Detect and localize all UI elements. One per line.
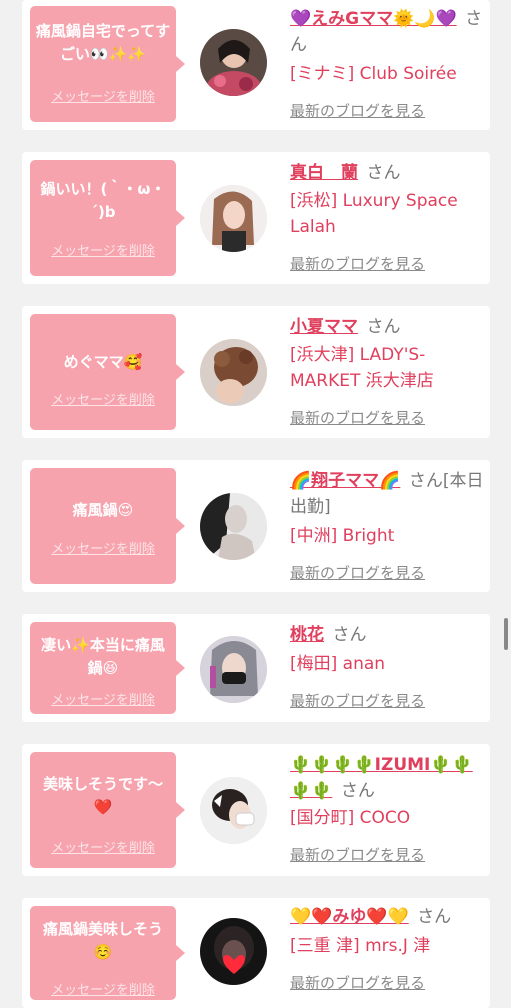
- message-card: 美味しそうです〜❤️ メッセージを削除 🌵🌵🌵🌵IZUMI🌵🌵🌵🌵 さん [国分…: [22, 744, 490, 876]
- delete-message-link[interactable]: メッセージを削除: [30, 389, 176, 408]
- latest-blog-link[interactable]: 最新のブログを見る: [290, 253, 425, 274]
- message-card: 凄い✨本当に痛風鍋😆 メッセージを削除 桃花 さん [梅田] anan 最新のブ…: [22, 614, 490, 722]
- honorific: さん: [417, 907, 452, 927]
- message-bubble: 鍋いい！(｀・ω・´)b メッセージを削除: [30, 160, 185, 276]
- avatar[interactable]: [200, 918, 267, 985]
- message-card: 痛風鍋自宅でってすごい👀✨✨ メッセージを削除 💜えみGママ🌞🌙💜 さん [ミナ…: [22, 0, 490, 130]
- message-bubble: 凄い✨本当に痛風鍋😆 メッセージを削除: [30, 622, 185, 714]
- message-text: 鍋いい！(｀・ω・´)b: [40, 180, 166, 221]
- sender-name: 🌵🌵🌵🌵IZUMI🌵🌵🌵🌵 さん: [290, 752, 485, 804]
- message-text: 痛風鍋😍: [72, 501, 134, 519]
- message-card: 痛風鍋😍 メッセージを削除 🌈翔子ママ🌈 さん[本日出勤] [中洲] Brigh…: [22, 460, 490, 592]
- honorific: さん: [366, 163, 401, 183]
- sender-name: 🌈翔子ママ🌈 さん[本日出勤]: [290, 468, 485, 520]
- latest-blog-link[interactable]: 最新のブログを見る: [290, 100, 425, 121]
- honorific: さん: [340, 781, 375, 801]
- shop-name: [国分町] COCO: [290, 808, 411, 828]
- delete-message-link[interactable]: メッセージを削除: [30, 837, 176, 856]
- shop-name: [中洲] Bright: [290, 526, 395, 546]
- sender-name: 小夏ママ さん: [290, 314, 485, 340]
- shop-name: [三重 津] mrs.J 津: [290, 936, 431, 956]
- sender-name: 💜えみGママ🌞🌙💜 さん: [290, 6, 485, 58]
- message-text: 美味しそうです〜❤️: [42, 775, 163, 816]
- latest-blog-link[interactable]: 最新のブログを見る: [290, 562, 425, 583]
- latest-blog-link[interactable]: 最新のブログを見る: [290, 690, 425, 711]
- message-bubble: 痛風鍋美味しそう☺️ メッセージを削除: [30, 906, 185, 1000]
- message-text: 凄い✨本当に痛風鍋😆: [41, 636, 165, 677]
- shop-name: [ミナミ] Club Soirée: [290, 64, 457, 84]
- avatar[interactable]: [200, 185, 267, 252]
- shop-name: [梅田] anan: [290, 654, 386, 674]
- delete-message-link[interactable]: メッセージを削除: [30, 538, 176, 557]
- message-text: めぐママ🥰: [63, 353, 143, 371]
- message-bubble: 痛風鍋😍 メッセージを削除: [30, 468, 185, 584]
- avatar[interactable]: [200, 777, 267, 844]
- message-bubble: 痛風鍋自宅でってすごい👀✨✨ メッセージを削除: [30, 6, 185, 122]
- sender-name-link[interactable]: 🌈翔子ママ🌈: [290, 471, 400, 491]
- latest-blog-link[interactable]: 最新のブログを見る: [290, 844, 425, 865]
- latest-blog-link[interactable]: 最新のブログを見る: [290, 972, 425, 993]
- sender-name-link[interactable]: 💛❤️みゆ❤️💛: [290, 907, 409, 927]
- delete-message-link[interactable]: メッセージを削除: [30, 689, 176, 708]
- sender-name-link[interactable]: 💜えみGママ🌞🌙💜: [290, 9, 457, 29]
- avatar[interactable]: [200, 493, 267, 560]
- delete-message-link[interactable]: メッセージを削除: [30, 86, 176, 105]
- message-card: 鍋いい！(｀・ω・´)b メッセージを削除 真白 蘭 さん [浜松] Luxur…: [22, 152, 490, 284]
- avatar[interactable]: [200, 636, 267, 703]
- shop-name: [浜大津] LADY'S-MARKET 浜大津店: [290, 345, 434, 391]
- sender-name-link[interactable]: 小夏ママ: [290, 317, 358, 337]
- delete-message-link[interactable]: メッセージを削除: [30, 240, 176, 259]
- sender-name: 💛❤️みゆ❤️💛 さん: [290, 904, 485, 930]
- scrollbar[interactable]: [504, 618, 508, 650]
- avatar[interactable]: [200, 339, 267, 406]
- delete-message-link[interactable]: メッセージを削除: [30, 979, 176, 998]
- message-card: 痛風鍋美味しそう☺️ メッセージを削除 💛❤️みゆ❤️💛 さん [三重 津] m…: [22, 898, 490, 1008]
- message-text: 痛風鍋美味しそう☺️: [42, 920, 163, 961]
- shop-name: [浜松] Luxury Space Lalah: [290, 191, 458, 237]
- sender-name: 桃花 さん: [290, 622, 485, 648]
- message-bubble: 美味しそうです〜❤️ メッセージを削除: [30, 752, 185, 868]
- sender-name-link[interactable]: 桃花: [290, 625, 324, 645]
- sender-name-link[interactable]: 🌵🌵🌵🌵IZUMI🌵🌵🌵🌵: [290, 755, 473, 801]
- sender-name-link[interactable]: 真白 蘭: [290, 163, 358, 183]
- honorific: さん: [332, 625, 367, 645]
- sender-name: 真白 蘭 さん: [290, 160, 485, 186]
- honorific: さん: [366, 317, 401, 337]
- message-card: めぐママ🥰 メッセージを削除 小夏ママ さん [浜大津] LADY'S-MARK…: [22, 306, 490, 438]
- message-text: 痛風鍋自宅でってすごい👀✨✨: [35, 22, 171, 63]
- avatar[interactable]: [200, 29, 267, 96]
- latest-blog-link[interactable]: 最新のブログを見る: [290, 407, 425, 428]
- message-bubble: めぐママ🥰 メッセージを削除: [30, 314, 185, 430]
